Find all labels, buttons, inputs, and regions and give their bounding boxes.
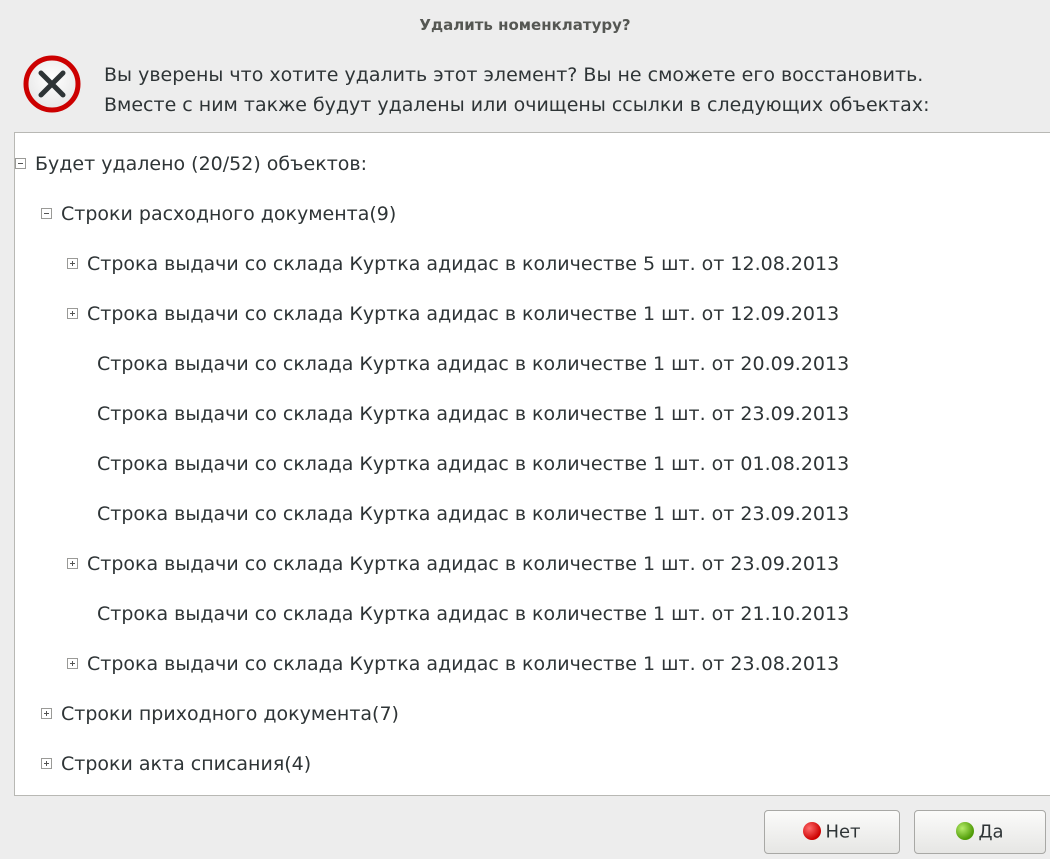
tree-item-row[interactable]: Строка выдачи со склада Куртка адидас в …	[67, 289, 839, 339]
tree-item-label: Строка выдачи со склада Куртка адидас в …	[87, 253, 840, 275]
expand-icon[interactable]	[67, 257, 78, 269]
dialog-title: Удалить номенклатуру?	[419, 16, 631, 34]
tree-item-row[interactable]: Строка выдачи со склада Куртка адидас в …	[97, 589, 849, 639]
message-line-2: Вместе с ним также будут удалены или очи…	[104, 94, 930, 116]
message-text: Вы уверены что хотите удалить этот элеме…	[104, 60, 929, 120]
error-icon	[23, 55, 81, 113]
yes-button-label: Да	[978, 821, 1004, 843]
red-dot-icon	[803, 821, 822, 840]
expand-icon[interactable]	[67, 307, 78, 319]
no-button[interactable]: Нет	[764, 810, 900, 854]
collapse-icon[interactable]	[15, 157, 26, 169]
message-area: Вы уверены что хотите удалить этот элеме…	[0, 50, 1050, 130]
tree-group-label: Строки приходного документа(7)	[61, 703, 399, 725]
tree-item-label: Строка выдачи со склада Куртка адидас в …	[87, 303, 840, 325]
tree-root-label: Будет удалено (20/52) объектов:	[35, 153, 367, 175]
yes-button[interactable]: Да	[914, 810, 1046, 854]
tree-root-row[interactable]: Будет удалено (20/52) объектов:	[15, 139, 367, 189]
tree-item-row[interactable]: Строка выдачи со склада Куртка адидас в …	[97, 489, 849, 539]
tree-group-row[interactable]: Строки приходного документа(7)	[41, 689, 399, 739]
tree-group-row[interactable]: Строки акта списания(4)	[41, 739, 311, 789]
expand-icon[interactable]	[41, 757, 52, 769]
button-bar: Нет Да	[0, 796, 1050, 859]
collapse-icon[interactable]	[41, 207, 52, 219]
tree-item-label: Строка выдачи со склада Куртка адидас в …	[87, 653, 840, 675]
tree-item-label: Строка выдачи со склада Куртка адидас в …	[97, 603, 850, 625]
tree-item-row[interactable]: Строка выдачи со склада Куртка адидас в …	[97, 389, 849, 439]
tree-item-row[interactable]: Строка выдачи со склада Куртка адидас в …	[97, 339, 849, 389]
tree-item-row[interactable]: Строка выдачи со склада Куртка адидас в …	[67, 539, 839, 589]
tree-item-label: Строка выдачи со склада Куртка адидас в …	[97, 353, 850, 375]
no-button-label: Нет	[825, 821, 861, 843]
tree-group-label: Строки расходного документа(9)	[61, 203, 397, 225]
tree-item-label: Строка выдачи со склада Куртка адидас в …	[97, 503, 850, 525]
delete-confirm-dialog: Удалить номенклатуру? Вы уверены что хот…	[0, 0, 1050, 859]
green-dot-icon	[956, 821, 975, 840]
tree-group-label: Строки акта списания(4)	[61, 753, 312, 775]
tree-item-row[interactable]: Строка выдачи со склада Куртка адидас в …	[67, 239, 839, 289]
tree-item-row[interactable]: Строка выдачи со склада Куртка адидас в …	[97, 439, 849, 489]
tree-item-label: Строка выдачи со склада Куртка адидас в …	[87, 553, 840, 575]
tree-item-label: Строка выдачи со склада Куртка адидас в …	[97, 403, 850, 425]
expand-icon[interactable]	[41, 707, 52, 719]
tree-item-row[interactable]: Строка выдачи со склада Куртка адидас в …	[67, 639, 839, 689]
expand-icon[interactable]	[67, 657, 78, 669]
message-line-1: Вы уверены что хотите удалить этот элеме…	[104, 64, 924, 86]
tree-item-label: Строка выдачи со склада Куртка адидас в …	[97, 453, 850, 475]
dependency-tree[interactable]: Будет удалено (20/52) объектов: Строки р…	[14, 132, 1050, 796]
tree-group-row[interactable]: Строки расходного документа(9)	[41, 189, 396, 239]
expand-icon[interactable]	[67, 557, 78, 569]
